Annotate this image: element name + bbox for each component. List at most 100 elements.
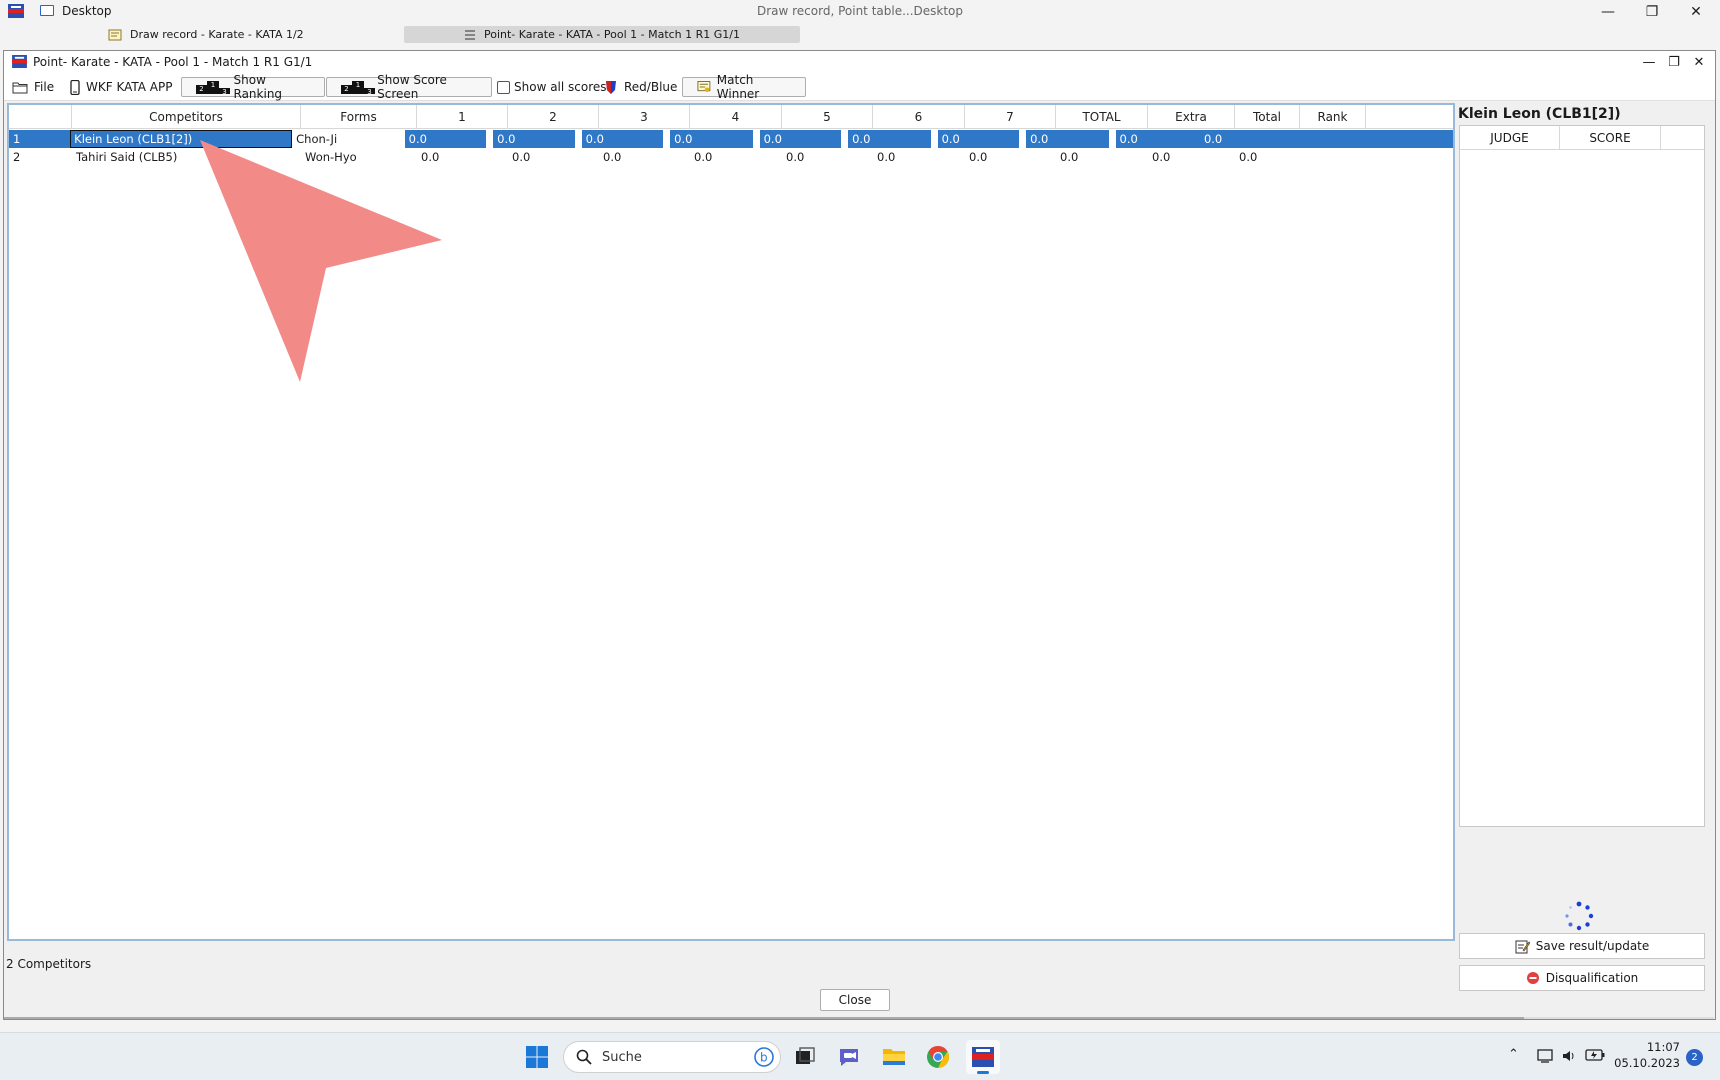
score-cell-2[interactable]: 0.0	[493, 130, 575, 148]
tray-overflow-icon[interactable]: ⌃	[1508, 1047, 1519, 1062]
total-cell[interactable]: 0.0	[1056, 148, 1148, 166]
tab-draw-record[interactable]: Draw record - Karate - KATA 1/2	[100, 26, 330, 43]
col-header-total[interactable]: TOTAL	[1056, 105, 1148, 129]
match-winner-button[interactable]: Match Winner	[682, 73, 806, 101]
row-num: 2	[13, 150, 21, 164]
col-header-1[interactable]: 1	[417, 105, 508, 129]
score-cell-2[interactable]: 0.0	[508, 148, 599, 166]
competitor-cell[interactable]: Klein Leon (CLB1[2])	[70, 130, 293, 148]
taskbar-clock[interactable]: 11:07 05.10.2023	[1610, 1039, 1680, 1071]
col-header-extra[interactable]: Extra	[1148, 105, 1235, 129]
competitors-grid[interactable]: Competitors Forms 1 2 3 4 5 6 7 TOTAL Ex…	[7, 103, 1455, 941]
chrome-button[interactable]	[923, 1042, 953, 1072]
phone-icon	[70, 79, 80, 95]
file-menu[interactable]: File	[12, 77, 54, 97]
score-cell-4[interactable]: 0.0	[670, 130, 753, 148]
rank-cell[interactable]	[1263, 130, 1453, 148]
app-title-bar: Desktop Draw record, Point table...Deskt…	[0, 0, 1720, 24]
karate-app-button[interactable]	[966, 1040, 1000, 1074]
table-row[interactable]: 2 Tahiri Said (CLB5) Won-Hyo 0.0 0.0 0.0…	[9, 148, 1453, 166]
col-header-forms[interactable]: Forms	[301, 105, 417, 129]
stop-icon	[1526, 972, 1539, 984]
col-header-3[interactable]: 3	[599, 105, 690, 129]
close-button[interactable]: Close	[820, 989, 890, 1011]
window-close-button[interactable]: ✕	[1688, 52, 1710, 72]
score-cell-6[interactable]: 0.0	[873, 148, 965, 166]
notes-icon	[108, 29, 122, 40]
row-num: 1	[9, 130, 71, 148]
show-score-screen-button[interactable]: 2 1 3 Show Score Screen	[326, 73, 492, 101]
scrollbar-thumb[interactable]	[4, 1017, 1524, 1019]
col-header-6[interactable]: 6	[873, 105, 965, 129]
certificate-icon	[697, 81, 711, 93]
col-header-competitors[interactable]: Competitors	[72, 105, 301, 129]
app-logo-icon	[972, 1047, 994, 1067]
col-header-7[interactable]: 7	[965, 105, 1056, 129]
extra-cell[interactable]: 0.0	[1115, 130, 1200, 148]
competitor-cell[interactable]: Tahiri Said (CLB5)	[72, 148, 301, 166]
form-cell[interactable]: Won-Hyo	[301, 148, 417, 166]
col-header-5[interactable]: 5	[782, 105, 873, 129]
total2-cell[interactable]: 0.0	[1235, 148, 1300, 166]
window-logo-icon	[12, 55, 27, 68]
restore-button[interactable]: ❐	[1638, 2, 1666, 22]
col-header-score[interactable]: SCORE	[1560, 126, 1661, 150]
save-result-button[interactable]: Save result/update	[1459, 933, 1705, 959]
notification-badge[interactable]: 2	[1686, 1049, 1703, 1066]
score-cell-7[interactable]: 0.0	[965, 148, 1056, 166]
rank-cell[interactable]	[1300, 148, 1366, 166]
score-cell-1[interactable]: 0.0	[404, 130, 487, 148]
col-header-4[interactable]: 4	[690, 105, 782, 129]
extra-cell[interactable]: 0.0	[1148, 148, 1235, 166]
score-cell-5[interactable]: 0.0	[782, 148, 873, 166]
score-cell-4[interactable]: 0.0	[690, 148, 782, 166]
network-icon[interactable]	[1536, 1048, 1556, 1064]
task-view-button[interactable]	[790, 1042, 820, 1072]
score-cell-3[interactable]: 0.0	[599, 148, 690, 166]
checkbox-box[interactable]	[497, 80, 510, 94]
minimize-button[interactable]: —	[1594, 2, 1622, 22]
chat-icon	[840, 1049, 858, 1066]
file-explorer-button[interactable]	[879, 1042, 909, 1072]
teams-chat-button[interactable]	[834, 1042, 864, 1072]
col-header-judge[interactable]: JUDGE	[1460, 126, 1560, 150]
taskbar-search[interactable]: Suche b	[563, 1041, 781, 1073]
score-cell-1[interactable]: 0.0	[417, 148, 508, 166]
score-cell-5[interactable]: 0.0	[759, 130, 842, 148]
clock-time: 11:07	[1646, 1040, 1680, 1054]
close-app-button[interactable]: ✕	[1682, 2, 1710, 22]
score-cell-3[interactable]: 0.0	[581, 130, 664, 148]
col-header-2[interactable]: 2	[508, 105, 599, 129]
file-label: File	[34, 80, 55, 94]
windows-icon	[526, 1046, 548, 1068]
col-header-rank[interactable]: Rank	[1300, 105, 1366, 129]
show-all-scores-checkbox[interactable]: Show all scores	[497, 77, 607, 97]
col-header-total2[interactable]: Total	[1235, 105, 1300, 129]
wkf-kata-app-button[interactable]: WKF KATA APP	[70, 77, 173, 97]
judge-score-header: JUDGE SCORE	[1460, 126, 1704, 150]
form-cell[interactable]: Chon-Ji	[292, 130, 405, 148]
total2-cell[interactable]: 0.0	[1199, 130, 1264, 148]
task-view-icon	[796, 1047, 815, 1064]
bing-icon[interactable]: b	[754, 1047, 774, 1067]
col-header-num[interactable]	[9, 105, 72, 129]
show-ranking-button[interactable]: 2 1 3 Show Ranking	[181, 73, 325, 101]
chrome-icon	[927, 1046, 949, 1068]
table-row[interactable]: 1 Klein Leon (CLB1[2]) Chon-Ji 0.0 0.0 0…	[9, 130, 1453, 148]
start-button[interactable]	[522, 1042, 552, 1072]
judge-score-table[interactable]: JUDGE SCORE	[1459, 125, 1705, 827]
score-cell-7[interactable]: 0.0	[937, 130, 1020, 148]
total-cell[interactable]: 0.0	[1026, 130, 1109, 148]
battery-icon[interactable]	[1585, 1048, 1605, 1062]
disqualification-button[interactable]: Disqualification	[1459, 965, 1705, 991]
horizontal-scrollbar[interactable]	[4, 1017, 1714, 1019]
red-blue-label: Red/Blue	[624, 80, 678, 94]
active-indicator	[977, 1071, 989, 1074]
volume-icon[interactable]	[1561, 1048, 1577, 1064]
tab-point-table[interactable]: Point- Karate - KATA - Pool 1 - Match 1 …	[404, 26, 800, 43]
score-cell-6[interactable]: 0.0	[848, 130, 931, 148]
window-minimize-button[interactable]: —	[1638, 52, 1660, 72]
window-restore-button[interactable]: ❐	[1663, 52, 1685, 72]
podium-icon: 2 1 3	[196, 80, 230, 96]
red-blue-toggle[interactable]: Red/Blue	[604, 77, 677, 97]
